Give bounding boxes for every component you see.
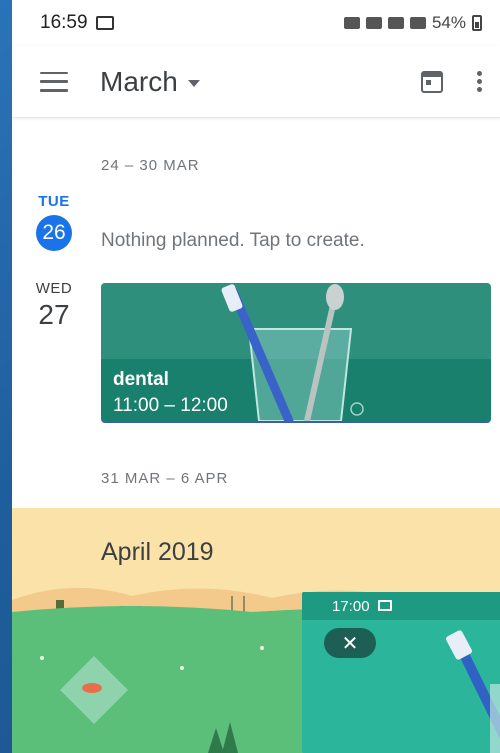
week-range-label: 24 – 30 MAR (101, 157, 200, 174)
picture-in-picture-window[interactable]: 17:00 ✕ (302, 592, 500, 753)
day-name: WED (35, 280, 73, 297)
event-time: 11:00 – 12:00 (113, 395, 228, 416)
month-selector[interactable]: March (100, 66, 200, 98)
calendar-app: 16:59 54% March 24 – 30 MAR TUE 26 Nothi… (12, 0, 500, 753)
day-header-tue[interactable]: TUE 26 (28, 193, 80, 251)
status-indicators: 54% (343, 13, 482, 33)
event-title: dental (113, 369, 169, 390)
battery-percent: 54% (431, 13, 466, 32)
app-bar: March (12, 46, 500, 118)
gallery-notification-icon (95, 16, 114, 30)
close-button[interactable]: ✕ (324, 628, 376, 658)
status-time: 16:59 (40, 12, 88, 33)
banner-month-title: April 2019 (101, 538, 214, 566)
signal-icon (409, 17, 426, 29)
month-title: March (100, 65, 178, 97)
dropdown-caret-icon (187, 80, 200, 87)
close-icon: ✕ (341, 632, 359, 655)
menu-icon[interactable] (40, 71, 68, 92)
today-day-number: 26 (36, 215, 72, 251)
day-name: TUE (38, 193, 70, 210)
status-bar: 16:59 54% (12, 0, 500, 46)
day-header-wed[interactable]: WED 27 (28, 280, 80, 331)
empty-day-prompt[interactable]: Nothing planned. Tap to create. (101, 230, 365, 252)
app-bar-actions (421, 70, 482, 93)
mute-icon (365, 17, 382, 29)
more-options-icon[interactable] (477, 71, 482, 92)
week-range-label: 31 MAR – 6 APR (101, 470, 229, 487)
gallery-notification-icon (377, 600, 392, 611)
today-calendar-icon[interactable] (421, 70, 443, 93)
day-number: 27 (38, 299, 70, 330)
event-card-dental[interactable]: dental 11:00 – 12:00 (101, 283, 491, 423)
mini-status-bar: 17:00 (302, 592, 500, 620)
wifi-icon (387, 17, 404, 29)
battery-icon (472, 15, 482, 31)
mini-status-time: 17:00 (332, 598, 370, 615)
alarm-icon (343, 17, 360, 29)
